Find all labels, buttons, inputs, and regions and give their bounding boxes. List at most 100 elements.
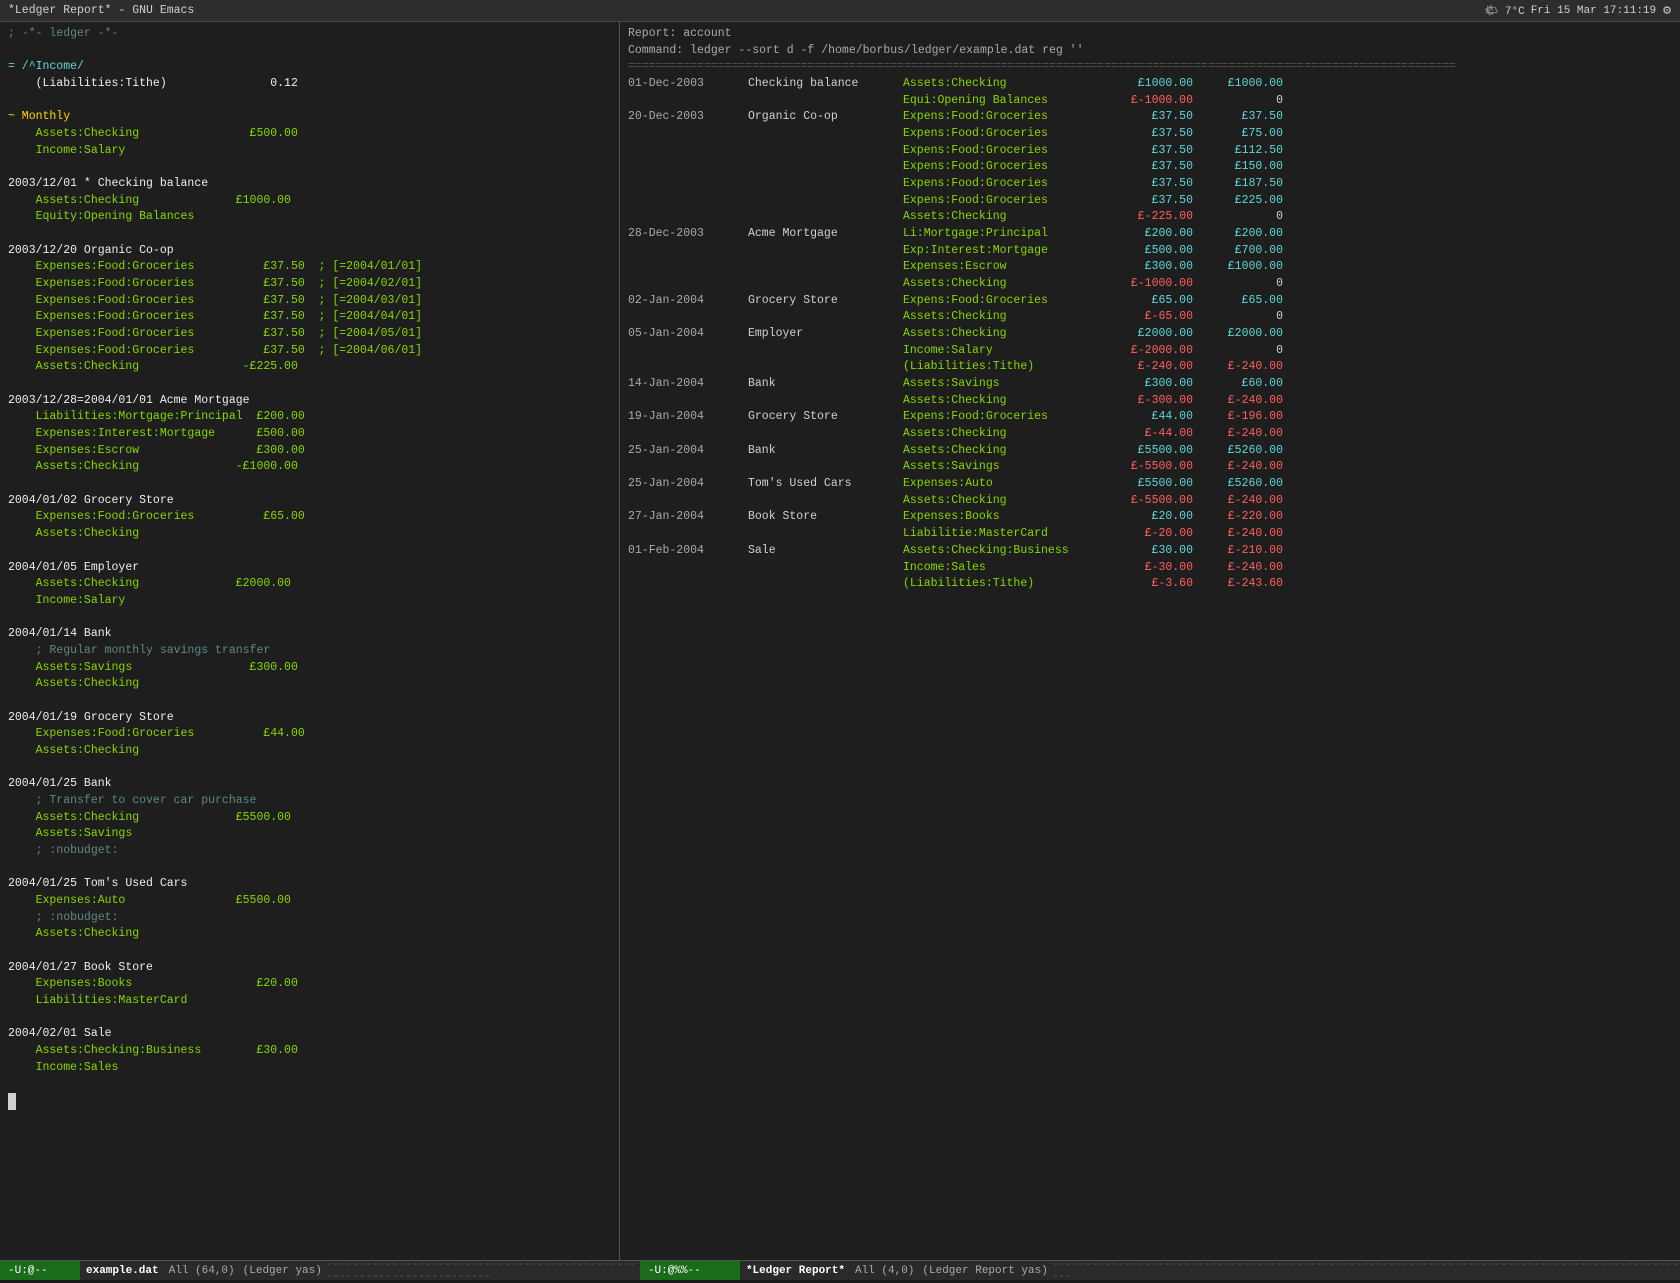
right-report-pane[interactable]: Report: accountCommand: ledger --sort d …	[620, 22, 1680, 1260]
left-pane-line: 2003/12/28=2004/01/01 Acme Mortgage	[8, 393, 611, 410]
report-row: 02-Jan-2004 Grocery Store Expens:Food:Gr…	[628, 293, 1672, 310]
title-bar-right: 🌤 7°C Fri 15 Mar 17:11:19 ⚙	[1484, 4, 1672, 18]
left-pane-line: Expenses:Food:Groceries £37.50 ; [=2004/…	[8, 293, 611, 310]
left-pane-line: Assets:Checking	[8, 743, 611, 760]
report-row: Exp:Interest:Mortgage£500.00£700.00	[628, 243, 1672, 260]
report-row: 05-Jan-2004 Employer Assets:Checking£200…	[628, 326, 1672, 343]
status-bar: -U:@-- example.dat All (64,0) (Ledger ya…	[0, 1260, 1680, 1280]
left-pane-line: Expenses:Food:Groceries £65.00	[8, 509, 611, 526]
report-row: Assets:Checking£-5500.00£-240.00	[628, 493, 1672, 510]
left-pane-line: 2004/01/02 Grocery Store	[8, 493, 611, 510]
report-row: Assets:Checking£-300.00£-240.00	[628, 393, 1672, 410]
report-row: Equi:Opening Balances£-1000.000	[628, 93, 1672, 110]
report-row: (Liabilities:Tithe)£-3.60£-243.60	[628, 576, 1672, 593]
left-pane-line: Liabilities:MasterCard	[8, 993, 611, 1010]
left-pane-line: Expenses:Auto £5500.00	[8, 893, 611, 910]
report-row: Income:Salary£-2000.000	[628, 343, 1672, 360]
status-left-mode2: (Ledger yas)	[239, 1265, 326, 1277]
left-pane-line: Assets:Checking	[8, 926, 611, 943]
report-row: Assets:Checking£-225.000	[628, 209, 1672, 226]
time-display: Fri 15 Mar 17:11:19	[1531, 5, 1656, 17]
left-pane-line: Assets:Checking £500.00	[8, 126, 611, 143]
left-pane-line: Expenses:Food:Groceries £37.50 ; [=2004/…	[8, 276, 611, 293]
left-pane-line: Expenses:Food:Groceries £44.00	[8, 726, 611, 743]
report-separator: ========================================…	[628, 59, 1672, 76]
left-pane-line: Liabilities:Mortgage:Principal £200.00	[8, 409, 611, 426]
left-pane-line	[8, 159, 611, 176]
status-right-mode2: (Ledger Report yas)	[918, 1265, 1051, 1277]
left-pane-line: Expenses:Escrow £300.00	[8, 443, 611, 460]
report-row: 28-Dec-2003 Acme Mortgage Li:Mortgage:Pr…	[628, 226, 1672, 243]
left-pane-line: 2004/01/19 Grocery Store	[8, 710, 611, 727]
status-right-sep: ----------------------------------------…	[1052, 1259, 1680, 1283]
left-pane-line: ~ Monthly	[8, 109, 611, 126]
left-pane-line: Expenses:Interest:Mortgage £500.00	[8, 426, 611, 443]
report-row: 25-Jan-2004 Tom's Used Cars Expenses:Aut…	[628, 476, 1672, 493]
left-pane-line	[8, 543, 611, 560]
left-pane-line: (Liabilities:Tithe) 0.12	[8, 76, 611, 93]
report-row: Expens:Food:Groceries£37.50£225.00	[628, 193, 1672, 210]
left-pane-line: Assets:Checking £5500.00	[8, 810, 611, 827]
report-row: 25-Jan-2004 Bank Assets:Checking£5500.00…	[628, 443, 1672, 460]
report-row: Expens:Food:Groceries£37.50£112.50	[628, 143, 1672, 160]
left-editor-pane[interactable]: ; -*- ledger -*- = /^Income/ (Liabilitie…	[0, 22, 620, 1260]
left-pane-line: ; -*- ledger -*-	[8, 26, 611, 43]
left-pane-line	[8, 43, 611, 60]
report-command: Command: ledger --sort d -f /home/borbus…	[628, 43, 1672, 60]
status-right-file: *Ledger Report*	[740, 1265, 851, 1277]
report-row: Liabilitie:MasterCard£-20.00£-240.00	[628, 526, 1672, 543]
report-row: 19-Jan-2004 Grocery Store Expens:Food:Gr…	[628, 409, 1672, 426]
left-pane-line: ; Regular monthly savings transfer	[8, 643, 611, 660]
left-pane-line	[8, 376, 611, 393]
report-row: Income:Sales£-30.00£-240.00	[628, 560, 1672, 577]
left-pane-line: Expenses:Food:Groceries £37.50 ; [=2004/…	[8, 343, 611, 360]
left-pane-line: = /^Income/	[8, 59, 611, 76]
report-row: 14-Jan-2004 Bank Assets:Savings£300.00£6…	[628, 376, 1672, 393]
left-pane-line: 2004/01/14 Bank	[8, 626, 611, 643]
status-left-file: example.dat	[80, 1265, 165, 1277]
left-pane-line: 2004/01/05 Employer	[8, 560, 611, 577]
report-row: Expens:Food:Groceries£37.50£75.00	[628, 126, 1672, 143]
report-row: 27-Jan-2004 Book Store Expenses:Books£20…	[628, 509, 1672, 526]
report-row: 01-Dec-2003 Checking balance Assets:Chec…	[628, 76, 1672, 93]
report-row: Expenses:Escrow£300.00£1000.00	[628, 259, 1672, 276]
left-pane-line: Assets:Checking -£1000.00	[8, 459, 611, 476]
left-pane-line: Assets:Checking -£225.00	[8, 359, 611, 376]
status-right-mode: -U:@%%--	[640, 1261, 740, 1280]
left-pane-line: Equity:Opening Balances	[8, 209, 611, 226]
left-pane-line: 2004/01/25 Tom's Used Cars	[8, 876, 611, 893]
left-pane-line: Income:Salary	[8, 593, 611, 610]
status-right-info: All (4,0)	[851, 1265, 918, 1277]
left-pane-line: 2003/12/01 * Checking balance	[8, 176, 611, 193]
report-row: 20-Dec-2003 Organic Co-op Expens:Food:Gr…	[628, 109, 1672, 126]
report-row: (Liabilities:Tithe)£-240.00£-240.00	[628, 359, 1672, 376]
left-pane-line: ; :nobudget:	[8, 910, 611, 927]
left-pane-line	[8, 693, 611, 710]
left-pane-line: 2004/01/27 Book Store	[8, 960, 611, 977]
left-pane-line: 2003/12/20 Organic Co-op	[8, 243, 611, 260]
title-bar: *Ledger Report* - GNU Emacs 🌤 7°C Fri 15…	[0, 0, 1680, 22]
left-pane-line: Assets:Checking £1000.00	[8, 193, 611, 210]
left-pane-line: Assets:Checking	[8, 526, 611, 543]
status-left-mode: -U:@--	[0, 1261, 80, 1280]
left-pane-line	[8, 93, 611, 110]
report-row: Assets:Savings£-5500.00£-240.00	[628, 459, 1672, 476]
left-pane-line	[8, 476, 611, 493]
report-row: Expens:Food:Groceries£37.50£187.50	[628, 176, 1672, 193]
left-pane-line	[8, 943, 611, 960]
left-pane-line: Income:Sales	[8, 1060, 611, 1077]
left-pane-line: Assets:Checking:Business £30.00	[8, 1043, 611, 1060]
left-pane-line	[8, 610, 611, 627]
left-pane-line	[8, 1076, 611, 1093]
left-pane-line	[8, 1010, 611, 1027]
left-pane-line: Expenses:Books £20.00	[8, 976, 611, 993]
left-pane-line: Assets:Savings	[8, 826, 611, 843]
left-pane-line: 2004/01/25 Bank	[8, 776, 611, 793]
left-pane-line: Expenses:Food:Groceries £37.50 ; [=2004/…	[8, 309, 611, 326]
left-pane-line: Assets:Checking £2000.00	[8, 576, 611, 593]
left-pane-line	[8, 860, 611, 877]
left-pane-line: Income:Salary	[8, 143, 611, 160]
status-left-info: All (64,0)	[165, 1265, 239, 1277]
left-pane-line	[8, 760, 611, 777]
settings-icon: ⚙	[1662, 4, 1672, 18]
